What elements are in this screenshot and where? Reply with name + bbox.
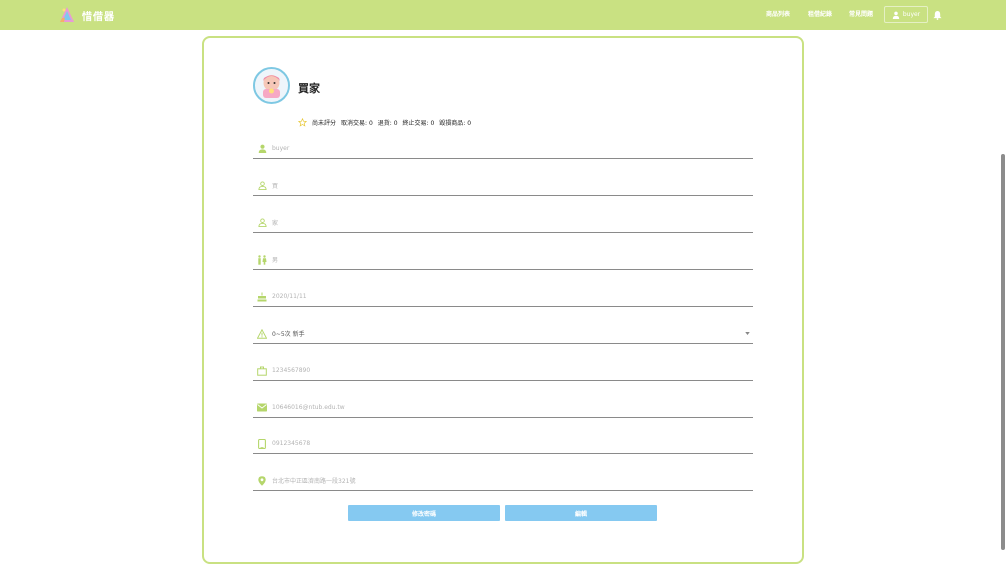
- given-name-input[interactable]: [272, 219, 712, 226]
- rating-text: 尚未評分: [312, 119, 337, 127]
- level-select[interactable]: 0~5次 新手: [253, 324, 753, 344]
- damaged-count: 毀損商品: 0: [439, 119, 472, 127]
- gender-field-row: [253, 250, 753, 270]
- chevron-down-icon: [745, 332, 750, 335]
- bell-icon[interactable]: [933, 10, 942, 20]
- user-stats: 尚未評分 取消交易: 0 退貨: 0 終止交易: 0 毀損商品: 0: [298, 117, 471, 127]
- id-number-input[interactable]: [272, 367, 712, 374]
- warning-icon: [257, 328, 267, 339]
- wc-icon: [257, 254, 267, 265]
- phone-input[interactable]: [272, 440, 712, 447]
- change-password-button[interactable]: 修改密碼: [348, 505, 500, 521]
- account-icon: [257, 144, 267, 154]
- id-number-field-row: [253, 361, 753, 381]
- rainbow-logo-icon: [60, 7, 74, 22]
- brand-logo[interactable]: 惜借器: [58, 5, 115, 25]
- email-icon: [257, 403, 267, 413]
- address-field-row: [253, 471, 753, 491]
- nav-link-products[interactable]: 商品列表: [766, 9, 790, 18]
- user-menu-button[interactable]: buyer: [884, 6, 928, 23]
- given-name-field-row: [253, 213, 753, 233]
- cancelled-count: 取消交易: 0: [341, 119, 373, 127]
- brand-name: 惜借器: [82, 11, 115, 23]
- address-input[interactable]: [272, 477, 712, 484]
- briefcase-icon: [257, 366, 267, 376]
- avatar: [253, 67, 290, 104]
- user-icon: [892, 11, 900, 19]
- email-input[interactable]: [272, 404, 712, 411]
- person-outline-icon: [257, 181, 267, 191]
- email-field-row: [253, 398, 753, 418]
- username-input[interactable]: [272, 145, 712, 152]
- birthday-field-row: [253, 287, 753, 307]
- person-outline-icon: [257, 218, 267, 228]
- level-select-value: 0~5次 新手: [272, 331, 305, 338]
- top-navbar: 惜借器 商品列表 租借紀錄 常見問題 buyer: [0, 0, 1006, 30]
- profile-name: 買家: [298, 82, 320, 95]
- scrollbar-thumb[interactable]: [1001, 154, 1005, 550]
- edit-button[interactable]: 編輯: [505, 505, 657, 521]
- avatar-illustration-icon: [255, 69, 288, 102]
- cake-icon: [257, 292, 267, 302]
- phone-field-row: [253, 434, 753, 454]
- nav-link-rental-records[interactable]: 租借紀錄: [808, 9, 832, 18]
- username-field-row: [253, 139, 753, 159]
- page-scrollbar[interactable]: [999, 30, 1006, 570]
- birthday-input[interactable]: [272, 293, 712, 300]
- location-pin-icon: [257, 475, 267, 486]
- smartphone-icon: [257, 438, 267, 449]
- gender-input[interactable]: [272, 256, 712, 263]
- surname-input[interactable]: [272, 182, 712, 189]
- user-menu-label: buyer: [902, 11, 921, 18]
- surname-field-row: [253, 176, 753, 196]
- star-outline-icon: [298, 117, 307, 127]
- nav-link-faq[interactable]: 常見問題: [849, 9, 873, 18]
- terminated-count: 終止交易: 0: [402, 119, 435, 127]
- returned-count: 退貨: 0: [377, 119, 398, 127]
